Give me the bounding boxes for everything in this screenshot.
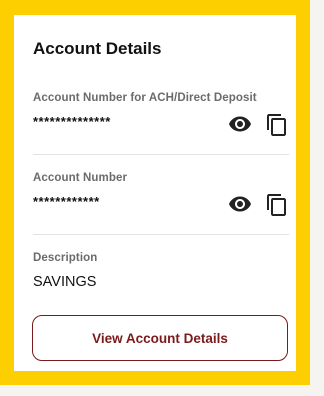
view-account-details-button[interactable]: View Account Details [32,315,288,361]
ach-account-number-value: ************** [33,114,111,129]
description-label: Description [33,252,98,264]
copy-icon[interactable] [265,193,289,217]
account-details-card: Account Details Account Number for ACH/D… [14,15,296,371]
account-number-value: ************ [33,194,100,209]
eye-icon[interactable] [228,112,252,136]
eye-icon[interactable] [228,192,252,216]
divider [33,154,289,155]
divider [33,234,289,235]
copy-icon[interactable] [265,113,289,137]
ach-account-number-label: Account Number for ACH/Direct Deposit [33,92,257,104]
description-value: SAVINGS [33,274,97,290]
account-number-label: Account Number [33,172,128,184]
highlight-frame: Account Details Account Number for ACH/D… [0,0,310,385]
card-title: Account Details [33,39,162,58]
